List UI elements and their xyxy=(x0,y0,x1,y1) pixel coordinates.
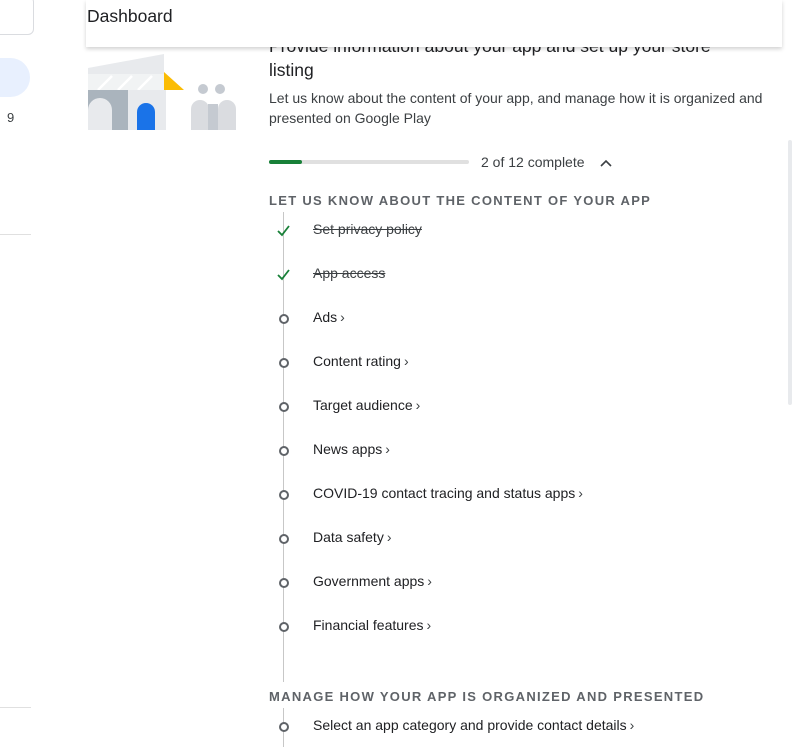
circle-icon xyxy=(279,490,289,500)
task-label[interactable]: App access xyxy=(313,265,385,281)
task-label-text: COVID-19 contact tracing and status apps xyxy=(313,485,576,501)
task-label[interactable]: COVID-19 contact tracing and status apps… xyxy=(313,485,583,501)
page-title: Dashboard xyxy=(87,6,173,26)
task-label[interactable]: Content rating › xyxy=(313,353,409,369)
circle-icon xyxy=(279,722,289,732)
chevron-right-icon: › xyxy=(386,529,392,545)
progress-bar-fill xyxy=(269,160,303,164)
task-item[interactable]: App access xyxy=(270,263,750,285)
task-label[interactable]: Government apps › xyxy=(313,573,432,589)
sidebar-item-active[interactable] xyxy=(0,58,30,97)
circle-icon xyxy=(279,446,289,456)
checkmark-icon xyxy=(277,269,290,281)
task-item[interactable]: COVID-19 contact tracing and status apps… xyxy=(270,483,750,505)
card-description: Let us know about the content of your ap… xyxy=(269,90,763,126)
sidebar-badge-count: 9 xyxy=(7,110,15,125)
circle-icon xyxy=(279,622,289,632)
task-item[interactable]: Ads › xyxy=(270,307,750,329)
task-item[interactable]: Content rating › xyxy=(270,351,750,373)
task-label[interactable]: Target audience › xyxy=(313,397,420,413)
chevron-right-icon: › xyxy=(340,309,345,325)
store-listing-illustration xyxy=(88,54,236,130)
checkmark-icon xyxy=(277,225,290,237)
task-label-text: Financial features xyxy=(313,617,424,633)
sidebar-divider xyxy=(0,707,31,708)
task-item[interactable]: Financial features › xyxy=(270,615,750,637)
circle-icon xyxy=(279,534,289,544)
task-item[interactable]: Select an app category and provide conta… xyxy=(270,715,750,737)
progress-bar xyxy=(269,160,469,164)
task-label-text: Target audience xyxy=(313,397,413,413)
circle-icon xyxy=(279,358,289,368)
task-label-text: News apps xyxy=(313,441,383,457)
task-label-text: Ads xyxy=(313,309,338,325)
circle-icon xyxy=(279,402,289,412)
task-label-text: Government apps xyxy=(313,573,425,589)
sidebar-app-selector[interactable] xyxy=(0,0,34,35)
section-title-manage: MANAGE HOW YOUR APP IS ORGANIZED AND PRE… xyxy=(269,689,705,704)
chevron-right-icon: › xyxy=(385,441,390,457)
chevron-right-icon: › xyxy=(415,397,421,413)
section-title-content: LET US KNOW ABOUT THE CONTENT OF YOUR AP… xyxy=(269,193,652,208)
circle-icon xyxy=(279,314,289,324)
chevron-up-icon[interactable] xyxy=(598,155,614,171)
task-label-text: Select an app category and provide conta… xyxy=(313,717,627,733)
scrollbar[interactable] xyxy=(788,140,792,405)
chevron-right-icon: › xyxy=(427,573,432,589)
task-label-text: Set privacy policy xyxy=(313,221,422,237)
task-label-text: Content rating xyxy=(313,353,401,369)
sidebar-divider xyxy=(0,234,31,235)
chevron-right-icon: › xyxy=(578,485,583,501)
task-item[interactable]: Target audience › xyxy=(270,395,750,417)
top-app-bar: Dashboard xyxy=(86,0,782,47)
progress-text: 2 of 12 complete xyxy=(481,154,585,170)
task-label[interactable]: Ads › xyxy=(313,309,345,325)
chevron-right-icon: › xyxy=(426,617,432,633)
task-item[interactable]: Government apps › xyxy=(270,571,750,593)
task-label[interactable]: Data safety › xyxy=(313,529,392,545)
task-label[interactable]: Financial features › xyxy=(313,617,431,633)
chevron-right-icon: › xyxy=(629,717,635,733)
task-label-text: Data safety xyxy=(313,529,384,545)
chevron-right-icon: › xyxy=(403,353,409,369)
task-item[interactable]: Set privacy policy xyxy=(270,219,750,241)
task-item[interactable]: Data safety › xyxy=(270,527,750,549)
task-label[interactable]: News apps › xyxy=(313,441,390,457)
task-item[interactable]: News apps › xyxy=(270,439,750,461)
circle-icon xyxy=(279,578,289,588)
task-label-text: App access xyxy=(313,265,386,281)
task-label[interactable]: Set privacy policy xyxy=(313,221,422,237)
task-label[interactable]: Select an app category and provide conta… xyxy=(313,717,634,733)
